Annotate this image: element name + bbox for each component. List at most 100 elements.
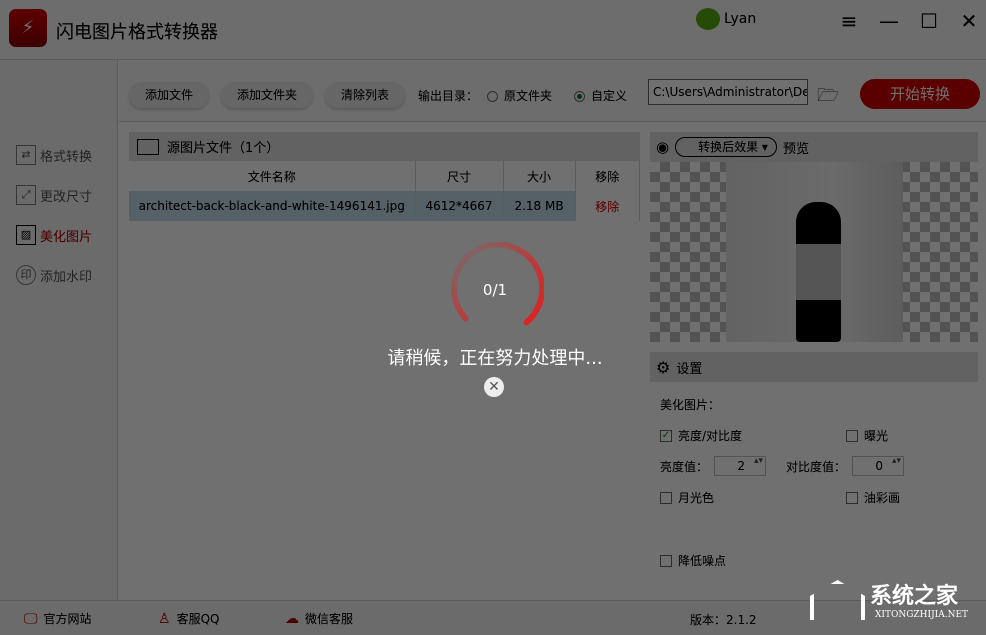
- footer-label: 客服QQ: [177, 610, 220, 627]
- checkbox-label: 降低噪点: [678, 552, 726, 569]
- maximize-button[interactable]: ☐: [918, 10, 940, 32]
- sidebar-item-format-convert[interactable]: ⇄格式转换: [16, 145, 92, 165]
- toolbar: 添加文件 添加文件夹 清除列表 输出目录： 原文件夹 自定义 C:\Users\…: [119, 60, 986, 122]
- checkbox-icon: [846, 492, 858, 504]
- sidebar-item-resize[interactable]: ⤢更改尺寸: [16, 185, 92, 205]
- radio-icon: [487, 91, 498, 102]
- qq-support-link[interactable]: ♙ 客服QQ: [158, 610, 219, 627]
- table-row[interactable]: architect-back-black-and-white-1496141.j…: [129, 191, 640, 221]
- file-list-header: 源图片文件（1个）: [129, 132, 640, 161]
- loading-message: 请稍候，正在努力处理中...: [360, 344, 630, 370]
- footer-label: 官方网站: [44, 610, 92, 627]
- add-file-button[interactable]: 添加文件: [129, 82, 209, 108]
- house-logo-icon: [810, 580, 865, 620]
- checkbox-denoise[interactable]: 降低噪点: [660, 552, 726, 569]
- add-folder-button[interactable]: 添加文件夹: [221, 82, 313, 108]
- brightness-field: 亮度值： 2: [660, 456, 766, 476]
- checkbox-icon: [660, 492, 672, 504]
- start-convert-button[interactable]: 开始转换: [860, 79, 980, 109]
- sidebar-item-label: 添加水印: [40, 266, 92, 285]
- preview-label: 预览: [783, 138, 809, 157]
- file-list-title: 源图片文件（1个）: [167, 137, 279, 156]
- radio-source-folder[interactable]: 原文件夹: [487, 87, 552, 104]
- sidebar: ⇄格式转换 ⤢更改尺寸 ▨美化图片 印添加水印: [0, 60, 118, 600]
- sidebar-item-label: 格式转换: [40, 146, 92, 165]
- user-name: Lyan: [724, 11, 756, 27]
- brightness-stepper[interactable]: 2: [714, 456, 766, 476]
- preview-mode-dropdown[interactable]: 转换后效果 ▾: [675, 137, 777, 157]
- title-bar: ⚡ 闪电图片格式转换器 Lyan ≡ — ☐ ✕: [0, 0, 986, 60]
- file-size: 2.18 MB: [503, 191, 575, 221]
- gear-icon: ⚙: [656, 358, 670, 377]
- checkbox-moonlight[interactable]: 月光色: [660, 489, 714, 506]
- column-header-size: 大小: [503, 161, 575, 191]
- app-logo: ⚡: [9, 9, 47, 47]
- app-title: 闪电图片格式转换器: [56, 18, 218, 44]
- file-name: architect-back-black-and-white-1496141.j…: [129, 191, 415, 221]
- contrast-field: 对比度值： 0: [786, 456, 904, 476]
- settings-header: ⚙ 设置: [650, 352, 978, 382]
- folder-open-icon[interactable]: 🗁: [817, 83, 839, 113]
- output-dir-label: 输出目录：: [418, 87, 478, 104]
- checkbox-brightness-contrast[interactable]: ✓ 亮度/对比度: [660, 427, 742, 444]
- contrast-label: 对比度值：: [786, 458, 846, 475]
- cancel-processing-button[interactable]: ✕: [484, 377, 504, 397]
- checkbox-label: 油彩画: [864, 489, 900, 506]
- sidebar-item-label: 更改尺寸: [40, 186, 92, 205]
- checkbox-label: 曝光: [864, 427, 888, 444]
- sidebar-item-label: 美化图片: [40, 226, 92, 245]
- radio-custom[interactable]: 自定义: [574, 87, 627, 104]
- output-path-input[interactable]: C:\Users\Administrator\De: [648, 79, 808, 105]
- wechat-avatar-icon: [696, 8, 720, 30]
- checkbox-icon: [846, 430, 858, 442]
- column-header-name: 文件名称: [129, 161, 415, 191]
- sidebar-item-beautify[interactable]: ▨美化图片: [16, 225, 92, 245]
- checkbox-oil-painting[interactable]: 油彩画: [846, 489, 900, 506]
- brightness-label: 亮度值：: [660, 458, 708, 475]
- eye-icon: ◉: [656, 138, 669, 156]
- column-header-remove: 移除: [575, 161, 640, 191]
- radio-label: 原文件夹: [504, 89, 552, 103]
- radio-checked-icon: [574, 91, 585, 102]
- file-table: 文件名称尺寸大小移除 architect-back-black-and-whit…: [129, 161, 640, 221]
- watermark-logo: 系统之家XITONGZHIJIA.NET: [810, 578, 968, 620]
- footer-label: 微信客服: [305, 610, 353, 627]
- version-label: 版本：2.1.2: [690, 611, 757, 628]
- qq-icon: ♙: [158, 611, 171, 627]
- checkbox-label: 亮度/对比度: [678, 427, 742, 444]
- section-label: 美化图片：: [660, 396, 720, 413]
- image-sparkle-icon: ▨: [16, 225, 36, 245]
- user-account[interactable]: Lyan: [696, 8, 756, 30]
- wechat-support-link[interactable]: ☁ 微信客服: [285, 610, 353, 627]
- preview-photo: [726, 162, 903, 342]
- preview-panel: ◉ 转换后效果 ▾ 预览: [650, 132, 978, 342]
- settings-panel: ⚙ 设置 美化图片： ✓ 亮度/对比度 曝光 亮度值： 2 对比度值： 0 月光色 油彩…: [650, 352, 978, 592]
- preview-image: [650, 162, 978, 342]
- photo-subject: [796, 202, 841, 342]
- radio-label: 自定义: [591, 89, 627, 103]
- minimize-button[interactable]: —: [878, 10, 900, 32]
- column-header-dimensions: 尺寸: [415, 161, 503, 191]
- settings-title: 设置: [676, 358, 702, 377]
- progress-count: 0/1: [446, 281, 544, 299]
- menu-icon[interactable]: ≡: [838, 10, 860, 32]
- image-icon: [137, 139, 159, 155]
- convert-icon: ⇄: [16, 145, 36, 165]
- checkbox-exposure[interactable]: 曝光: [846, 427, 888, 444]
- contrast-stepper[interactable]: 0: [852, 456, 904, 476]
- stamp-icon: 印: [16, 265, 36, 285]
- file-dimensions: 4612*4667: [415, 191, 503, 221]
- checkbox-label: 月光色: [678, 489, 714, 506]
- monitor-icon: 🖵: [24, 611, 38, 627]
- resize-icon: ⤢: [16, 185, 36, 205]
- close-button[interactable]: ✕: [958, 10, 980, 32]
- wechat-icon: ☁: [285, 611, 299, 627]
- checkbox-checked-icon: ✓: [660, 430, 672, 442]
- preview-header: ◉ 转换后效果 ▾ 预览: [650, 132, 978, 162]
- remove-link[interactable]: 移除: [575, 191, 640, 221]
- clear-list-button[interactable]: 清除列表: [325, 82, 405, 108]
- sidebar-item-watermark[interactable]: 印添加水印: [16, 265, 92, 285]
- dropdown-value: 转换后效果: [698, 140, 758, 154]
- website-link[interactable]: 🖵 官方网站: [24, 610, 92, 627]
- checkbox-icon: [660, 555, 672, 567]
